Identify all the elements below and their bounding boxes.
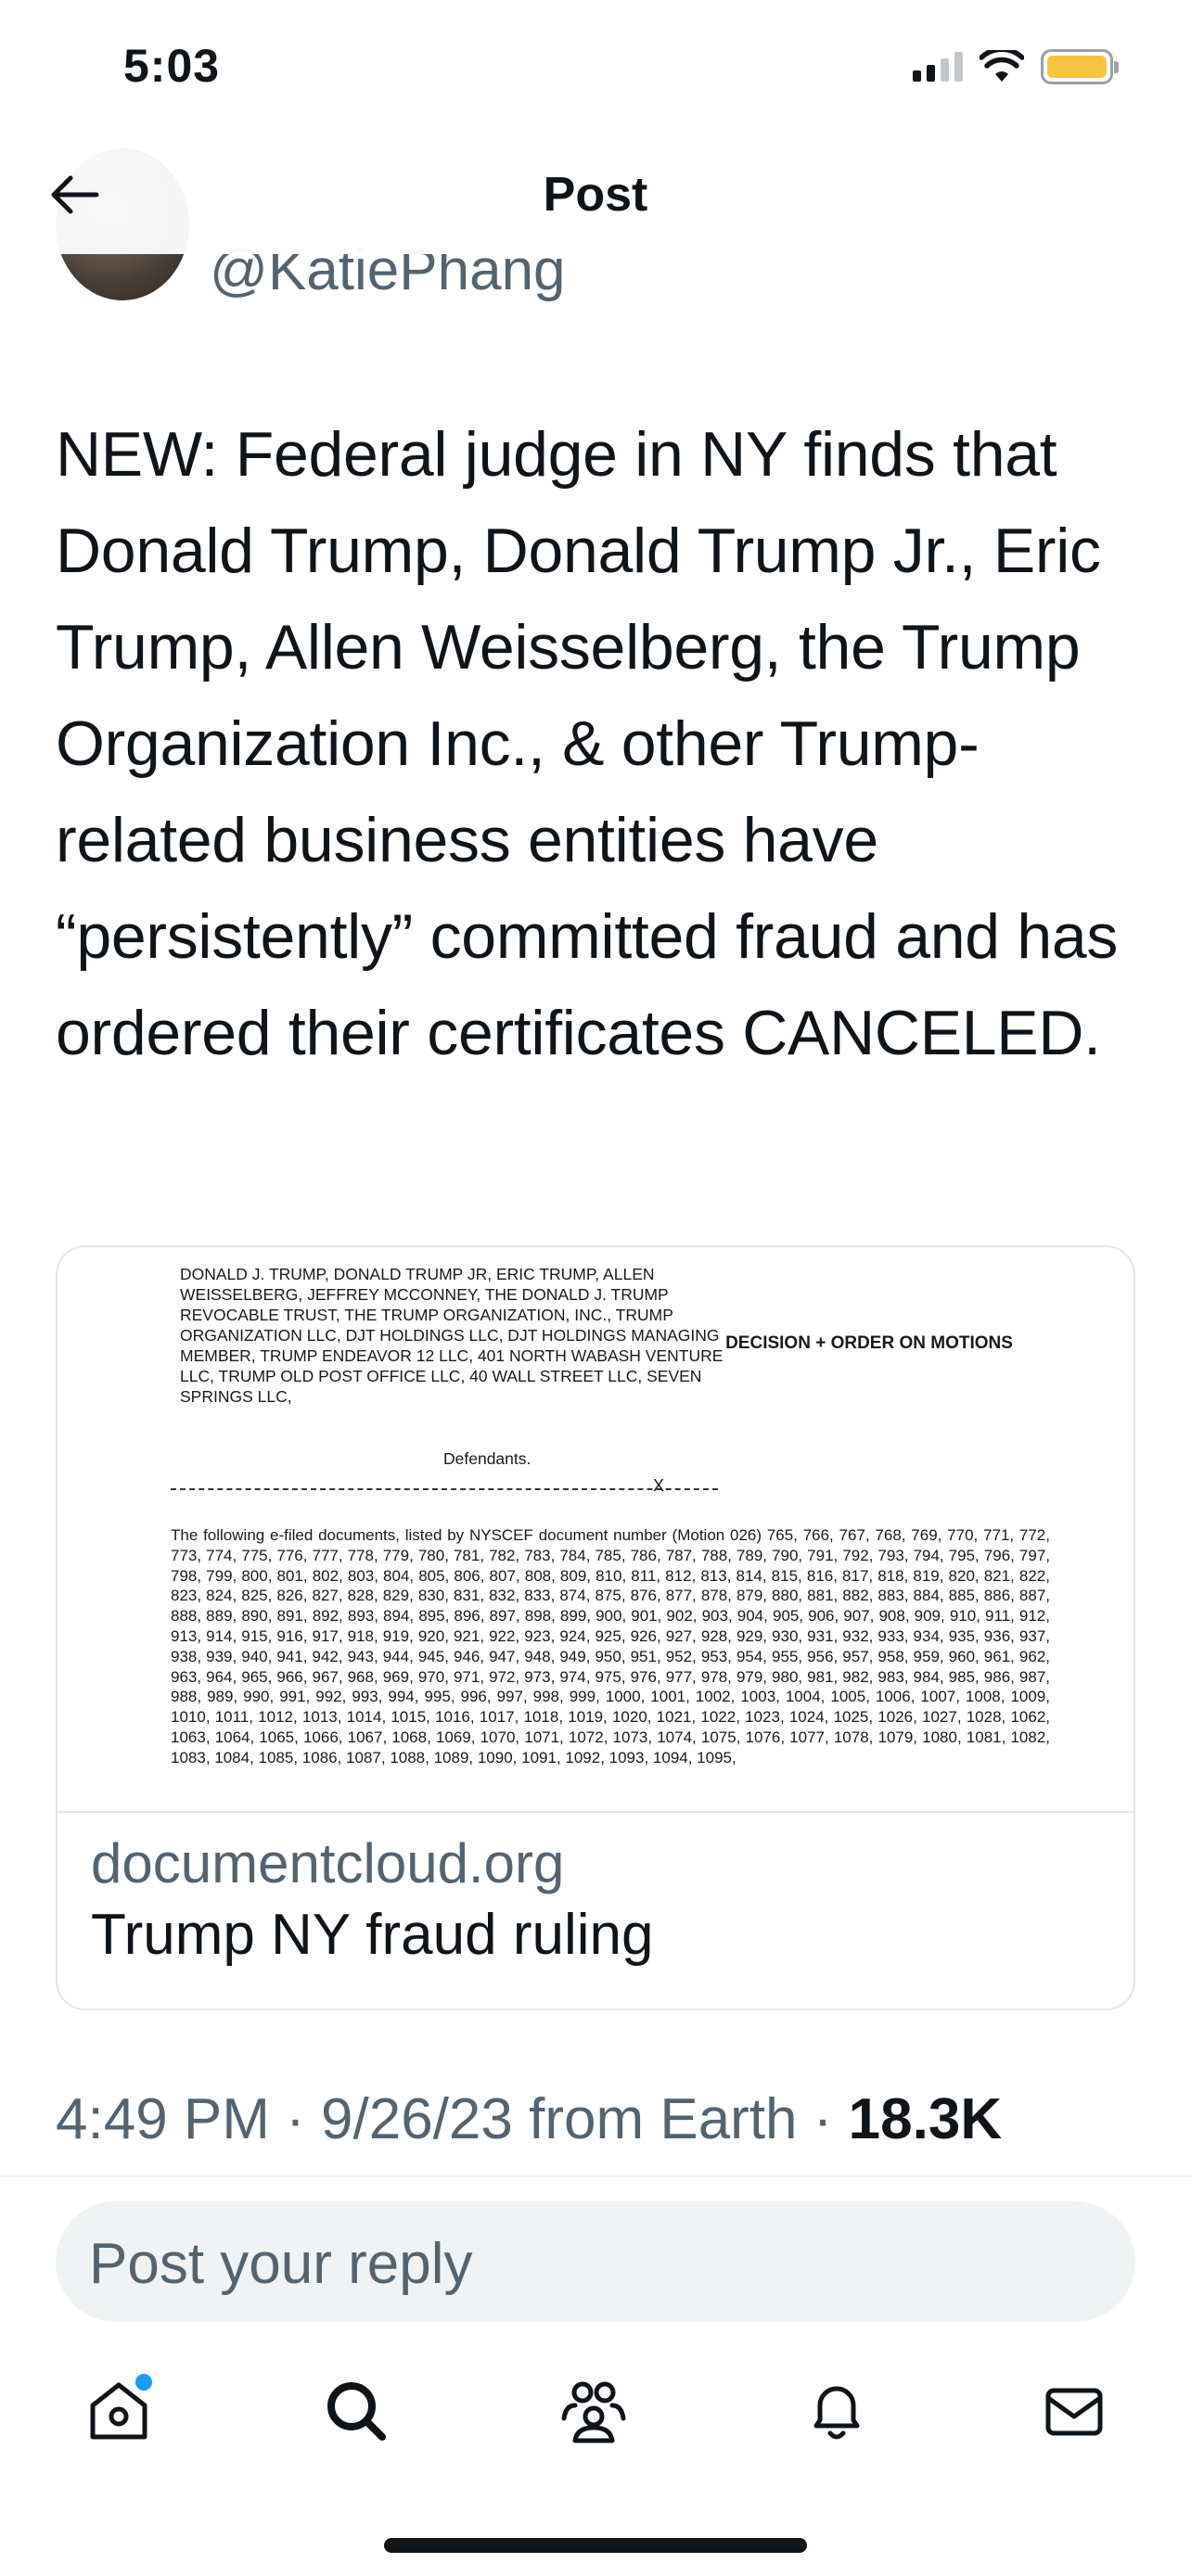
tab-messages[interactable] — [1028, 2365, 1121, 2457]
card-document-preview[interactable]: DONALD J. TRUMP, DONALD TRUMP JR, ERIC T… — [58, 1247, 1133, 1813]
home-notification-dot — [135, 2374, 152, 2391]
reply-input[interactable]: Post your reply — [56, 2201, 1135, 2322]
communities-icon — [561, 2381, 626, 2443]
document-decision-heading: DECISION + ORDER ON MOTIONS — [725, 1333, 1013, 1353]
battery-icon — [1041, 49, 1119, 84]
tweet-date: 9/26/23 — [321, 2087, 513, 2151]
page-title: Post — [543, 168, 648, 222]
home-indicator[interactable] — [384, 2538, 807, 2553]
tab-notifications[interactable] — [790, 2365, 883, 2457]
document-defendants: Defendants. — [443, 1449, 531, 1468]
reply-placeholder: Post your reply — [89, 2232, 473, 2296]
document-divider — [171, 1488, 718, 1490]
messages-icon — [1045, 2388, 1103, 2436]
nav-bar: Post — [0, 139, 1191, 254]
status-time: 5:03 — [123, 40, 221, 92]
meta-separator: · — [286, 2087, 305, 2151]
notifications-icon — [813, 2386, 860, 2440]
tweet-time: 4:49 PM — [56, 2087, 270, 2151]
link-card[interactable]: DONALD J. TRUMP, DONALD TRUMP JR, ERIC T… — [56, 1245, 1135, 2010]
tweet-meta: 4:49 PM · 9/26/23 from Earth · 18.3K — [56, 2086, 1002, 2152]
tab-communities[interactable] — [547, 2365, 640, 2457]
cellular-signal-icon — [913, 52, 963, 82]
tweet-source: from Earth — [529, 2087, 798, 2151]
tweet-text: NEW: Federal judge in NY finds that Dona… — [56, 419, 1119, 1068]
document-body: The following e-filed documents, listed … — [171, 1526, 1050, 1766]
status-icons — [913, 46, 1119, 87]
tab-search[interactable] — [310, 2365, 403, 2457]
divider — [0, 2175, 1191, 2177]
search-icon — [327, 2382, 386, 2441]
document-parties: DONALD J. TRUMP, DONALD TRUMP JR, ERIC T… — [180, 1265, 724, 1406]
view-count[interactable]: 18.3K — [849, 2087, 1002, 2151]
wifi-icon — [980, 50, 1024, 82]
tab-home[interactable] — [72, 2365, 165, 2457]
status-bar: 5:03 — [0, 0, 1191, 139]
document-rule-end: X — [653, 1476, 665, 1495]
card-domain: documentcloud.org — [91, 1832, 565, 1894]
meta-separator: · — [813, 2087, 833, 2151]
tab-bar — [0, 2355, 1191, 2467]
card-title: Trump NY fraud ruling — [91, 1903, 654, 1967]
